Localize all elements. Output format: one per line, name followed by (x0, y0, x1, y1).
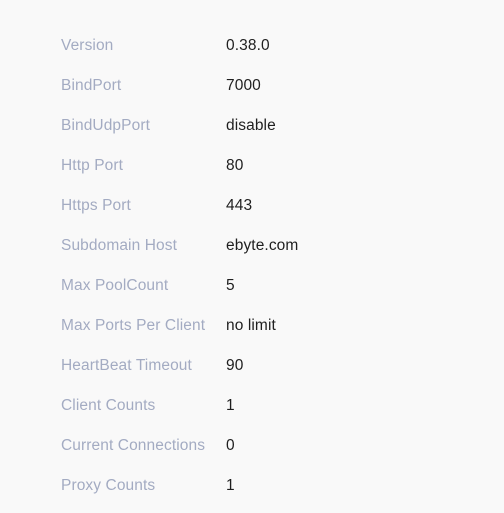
table-row: Http Port 80 (61, 146, 298, 186)
info-label-bindudpport: BindUdpPort (61, 117, 150, 134)
server-info-table-body: Version 0.38.0 BindPort 7000 BindUdpPort… (61, 26, 298, 506)
table-row: Client Counts 1 (61, 386, 298, 426)
info-label-proxy-counts: Proxy Counts (61, 477, 156, 494)
info-label-client-counts: Client Counts (61, 397, 156, 414)
info-value-bindport: 7000 (226, 77, 261, 94)
table-row: BindPort 7000 (61, 66, 298, 106)
info-value-bindudpport: disable (226, 117, 276, 134)
info-label-heartbeat-timeout: HeartBeat Timeout (61, 357, 192, 374)
table-row: BindUdpPort disable (61, 106, 298, 146)
info-label-version: Version (61, 37, 114, 54)
info-label-http-port: Http Port (61, 157, 124, 174)
info-value-subdomain-host: ebyte.com (226, 237, 299, 254)
table-row: Version 0.38.0 (61, 26, 298, 66)
info-value-client-counts: 1 (226, 397, 235, 414)
info-value-heartbeat-timeout: 90 (226, 357, 244, 374)
info-label-subdomain-host: Subdomain Host (61, 237, 177, 254)
server-info-table: Version 0.38.0 BindPort 7000 BindUdpPort… (61, 26, 298, 506)
table-row: Https Port 443 (61, 186, 298, 226)
info-label-current-connections: Current Connections (61, 437, 206, 454)
info-value-max-ports-per-client: no limit (226, 317, 276, 334)
table-row: Max PoolCount 5 (61, 266, 298, 306)
info-value-proxy-counts: 1 (226, 477, 235, 494)
info-value-http-port: 80 (226, 157, 244, 174)
info-label-max-poolcount: Max PoolCount (61, 277, 169, 294)
info-value-current-connections: 0 (226, 437, 235, 454)
table-row: Max Ports Per Client no limit (61, 306, 298, 346)
info-value-https-port: 443 (226, 197, 253, 214)
info-label-max-ports-per-client: Max Ports Per Client (61, 317, 206, 334)
table-row: HeartBeat Timeout 90 (61, 346, 298, 386)
info-label-https-port: Https Port (61, 197, 131, 214)
table-row: Proxy Counts 1 (61, 466, 298, 506)
info-value-max-poolcount: 5 (226, 277, 235, 294)
info-value-version: 0.38.0 (226, 37, 270, 54)
server-info-panel: Version 0.38.0 BindPort 7000 BindUdpPort… (0, 0, 504, 513)
table-row: Current Connections 0 (61, 426, 298, 466)
info-label-bindport: BindPort (61, 77, 122, 94)
table-row: Subdomain Host ebyte.com (61, 226, 298, 266)
